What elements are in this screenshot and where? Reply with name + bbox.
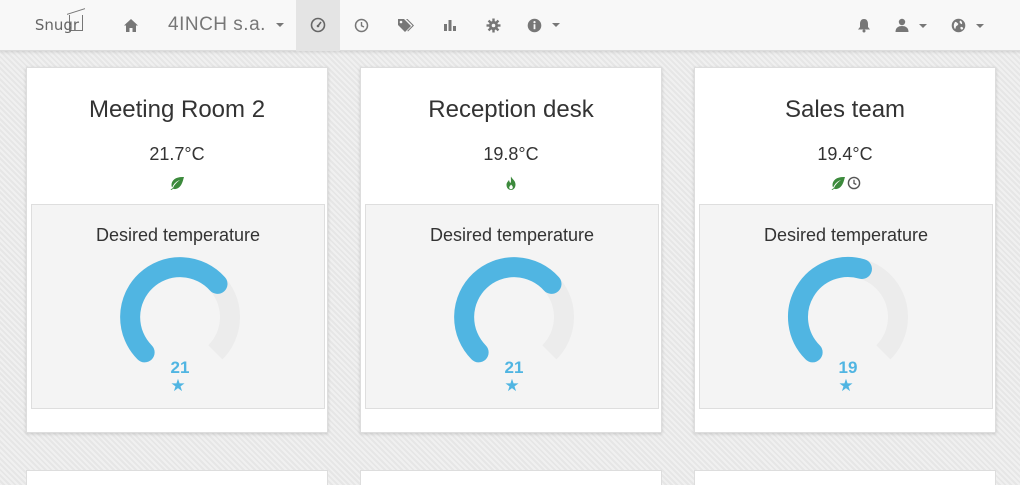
leaf-icon (831, 176, 845, 190)
current-temperature: 19.4°C (817, 144, 873, 164)
schedule-button[interactable] (340, 0, 384, 51)
current-temperature: 21.7°C (149, 144, 205, 164)
dashboard-button[interactable] (295, 0, 340, 51)
gauge-fill (454, 257, 562, 363)
logo-text: Snugr (34, 16, 80, 34)
status-icons (695, 176, 995, 190)
room-card[interactable] (26, 470, 328, 485)
room-card[interactable]: Sales team 19.4°C Desired temperature 19… (694, 67, 996, 433)
favorite-star-icon[interactable]: ★ (366, 376, 658, 396)
leaf-icon (170, 176, 184, 190)
desired-temperature-panel: Desired temperature 19 ★ (699, 204, 993, 409)
chevron-down-icon (275, 23, 284, 27)
top-navbar: Snugr 4INCH s.a. (0, 0, 1020, 51)
desired-temperature-label: Desired temperature (429, 225, 595, 245)
status-icons (361, 176, 661, 191)
status-icons (27, 176, 327, 190)
navbar-right (845, 0, 996, 51)
tags-button[interactable] (384, 0, 428, 51)
company-dropdown[interactable]: 4INCH s.a. (154, 0, 296, 51)
temperature-gauge[interactable]: 21 (452, 255, 576, 384)
gauge-fill (788, 257, 872, 363)
room-card[interactable] (694, 470, 996, 485)
room-title: Sales team (784, 96, 906, 123)
room-card[interactable]: Meeting Room 2 21.7°C Desired temperatur… (26, 67, 328, 433)
dashboard-icon (310, 17, 326, 33)
desired-temperature-panel: Desired temperature 21 ★ (31, 204, 325, 409)
favorite-star-icon[interactable]: ★ (32, 376, 324, 396)
clock-icon (355, 18, 369, 32)
gear-icon (486, 18, 501, 32)
snugr-logo[interactable]: Snugr (28, 0, 92, 51)
desired-temperature-value: 21 (170, 358, 190, 377)
desired-temperature-value: 21 (504, 358, 524, 377)
statistics-button[interactable] (428, 0, 472, 51)
chevron-down-icon (976, 23, 984, 28)
room-title: Meeting Room 2 (88, 96, 266, 123)
desired-temperature-label: Desired temperature (95, 225, 261, 245)
desired-temperature-panel: Desired temperature 21 ★ (365, 204, 659, 409)
desired-temperature-label: Desired temperature (763, 225, 929, 245)
desired-temperature-value: 19 (838, 358, 858, 377)
globe-icon (951, 18, 966, 33)
info-icon (528, 18, 542, 32)
user-icon (895, 18, 909, 32)
chevron-down-icon (919, 23, 927, 28)
settings-button[interactable] (472, 0, 516, 51)
temperature-gauge[interactable]: 19 (786, 255, 910, 384)
temperature-gauge[interactable]: 21 (118, 255, 242, 384)
tags-icon (397, 18, 414, 32)
flame-icon (506, 176, 516, 190)
room-card[interactable]: Reception desk 19.8°C Desired temperatur… (360, 67, 662, 433)
bar-chart-icon (443, 20, 456, 31)
room-title: Reception desk (428, 96, 594, 123)
clock-icon (847, 176, 860, 190)
language-dropdown[interactable] (939, 0, 996, 51)
chevron-down-icon (552, 23, 561, 27)
home-button[interactable] (108, 0, 154, 51)
company-name: 4INCH s.a. (168, 14, 266, 35)
current-temperature: 19.8°C (483, 144, 539, 164)
user-dropdown[interactable] (883, 0, 939, 51)
room-card[interactable] (360, 470, 662, 485)
favorite-star-icon[interactable]: ★ (700, 376, 992, 396)
gauge-fill (120, 257, 228, 363)
bell-icon (858, 19, 870, 33)
notifications-button[interactable] (845, 0, 883, 51)
info-dropdown[interactable] (516, 0, 572, 51)
home-icon (124, 18, 138, 32)
